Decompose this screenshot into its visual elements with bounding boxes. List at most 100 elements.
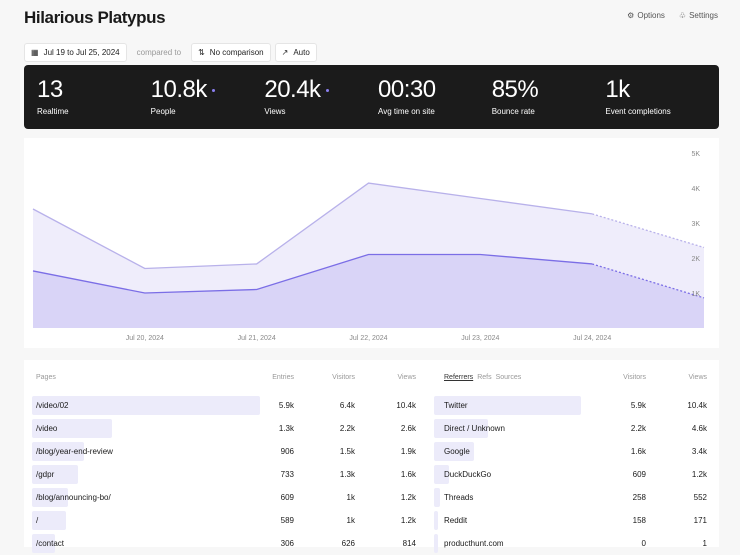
date-range-button[interactable]: ▦ Jul 19 to Jul 25, 2024: [24, 43, 127, 62]
tab-refs[interactable]: Refs: [477, 374, 491, 381]
table-row[interactable]: / 589 1k 1.2k: [24, 509, 424, 532]
interval-button[interactable]: ↗ Auto: [274, 43, 317, 62]
views-value: 552: [693, 493, 707, 502]
stat-value: 1k: [605, 76, 630, 103]
stat-label: Event completions: [605, 107, 671, 116]
visitors-value: 158: [632, 516, 646, 525]
stat-value: 20.4k: [264, 77, 378, 103]
page-path: /video: [36, 424, 58, 433]
options-button[interactable]: ⚙ Options: [627, 11, 665, 20]
table-row[interactable]: Google 1.6k 3.4k: [424, 440, 719, 463]
entries-value: 5.9k: [278, 401, 294, 410]
views-value: 1.2k: [691, 470, 707, 479]
views-value: 1.2k: [400, 516, 416, 525]
x-tick-label: Jul 21, 2024: [238, 335, 276, 342]
visitors-header: Visitors: [623, 373, 646, 381]
visitors-value: 1.3k: [339, 470, 355, 479]
table-row[interactable]: DuckDuckGo 609 1.2k: [424, 463, 719, 486]
x-tick-label: Jul 20, 2024: [126, 335, 164, 342]
table-row[interactable]: producthunt.com 0 1: [424, 532, 719, 555]
stat-value: 00:30: [378, 76, 436, 103]
chart-icon: ↗: [281, 48, 289, 57]
y-tick-label: 2K: [691, 256, 700, 263]
visitors-value: 1.5k: [339, 447, 355, 456]
stat-bounce-rate[interactable]: 85% Bounce rate: [492, 77, 606, 129]
settings-button[interactable]: ♧ Settings: [679, 11, 718, 20]
tab-referrers[interactable]: Referrers: [444, 374, 473, 381]
traffic-chart: 1K 2K 3K 4K 5K Jul 20, 2024 Jul 21, 2024 Jul 22…: [24, 138, 719, 348]
table-row[interactable]: Twitter 5.9k 10.4k: [424, 394, 719, 417]
views-value: 1.2k: [400, 493, 416, 502]
pages-header: Pages: [36, 373, 56, 381]
compared-to-label: compared to: [136, 48, 182, 57]
visitors-value: 2.2k: [339, 424, 355, 433]
views-value: 1.9k: [400, 447, 416, 456]
page-path: /: [36, 516, 39, 525]
page-path: /blog/year-end-review: [36, 447, 113, 456]
visitors-value: 6.4k: [339, 401, 355, 410]
table-row[interactable]: /blog/year-end-review 906 1.5k 1.9k: [24, 440, 424, 463]
page-title: Hilarious Platypus: [24, 8, 166, 27]
stat-people[interactable]: 10.8k People: [151, 77, 265, 129]
table-row[interactable]: Direct / Unknown 2.2k 4.6k: [424, 417, 719, 440]
table-row[interactable]: Threads 258 552: [424, 486, 719, 509]
stat-label: Views: [264, 107, 286, 116]
stat-value: 10.8k: [151, 77, 265, 103]
views-value: 2.6k: [400, 424, 416, 433]
tab-sources[interactable]: Sources: [496, 374, 522, 381]
comparison-button[interactable]: ⇅ No comparison: [191, 43, 271, 62]
stat-realtime[interactable]: 13 Realtime: [37, 77, 151, 129]
table-row[interactable]: Reddit 158 171: [424, 509, 719, 532]
views-value: 3.4k: [691, 447, 707, 456]
stat-value: 13: [37, 76, 63, 103]
visitors-value: 2.2k: [630, 424, 646, 433]
stat-label: People: [150, 107, 176, 116]
stat-avg-time-on-site[interactable]: 00:30 Avg time on site: [378, 77, 492, 129]
stat-views[interactable]: 20.4k Views: [264, 77, 378, 129]
table-row[interactable]: /blog/announcing-bo/609 1k 1.2k: [24, 486, 424, 509]
calendar-icon: ▦: [31, 48, 39, 57]
table-row[interactable]: /contact 306 626 814: [24, 532, 424, 555]
y-tick-label: 1K: [691, 291, 700, 298]
views-value: 10.4k: [396, 401, 416, 410]
entries-value: 589: [280, 516, 294, 525]
entries-value: 1.3k: [278, 424, 294, 433]
live-dot-icon: [325, 89, 329, 93]
y-tick-label: 4K: [691, 186, 700, 193]
page-path: /video/02: [36, 401, 69, 410]
views-value: 171: [693, 516, 707, 525]
visitors-value: 258: [632, 493, 646, 502]
views-value: 10.4k: [687, 401, 707, 410]
table-row[interactable]: /video 1.3k 2.2k 2.6k: [24, 417, 424, 440]
stat-label: Bounce rate: [491, 107, 535, 116]
referrer-name: DuckDuckGo: [444, 470, 492, 479]
stats-bar: 13 Realtime 10.8k People 20.4k Views 00:30 Avg …: [24, 65, 719, 129]
visitors-value: 5.9k: [630, 401, 646, 410]
entries-header: Entries: [272, 373, 294, 381]
stat-label: Realtime: [37, 107, 69, 116]
visitors-value: 1k: [346, 516, 355, 525]
x-tick-label: Jul 23, 2024: [461, 335, 499, 342]
entries-value: 906: [280, 447, 294, 456]
stat-event-completions[interactable]: 1k Event completions: [605, 77, 719, 129]
page-path: /gdpr: [36, 470, 55, 479]
live-dot-icon: [211, 89, 215, 93]
stat-value: 85%: [491, 76, 539, 103]
gear-icon: ⚙: [627, 11, 635, 20]
referrer-name: Google: [444, 447, 470, 456]
x-tick-label: Jul 24, 2024: [573, 335, 611, 342]
entries-value: 733: [280, 470, 294, 479]
referrer-name: Direct / Unknown: [444, 424, 505, 433]
y-tick-label: 5K: [691, 151, 700, 158]
views-value: 4.6k: [691, 424, 707, 433]
views-header: Views: [397, 373, 416, 381]
visitors-header: Visitors: [332, 373, 355, 381]
table-row[interactable]: /video/02 5.9k 6.4k 10.4k: [24, 394, 424, 417]
table-row[interactable]: /gdpr 733 1.3k 1.6k: [24, 463, 424, 486]
y-tick-label: 3K: [691, 221, 700, 228]
referrer-name: Twitter: [444, 401, 468, 410]
visitors-value: 1k: [346, 493, 355, 502]
referrer-name: Reddit: [444, 516, 468, 525]
page-path: /blog/announcing-bo/: [36, 493, 111, 502]
x-tick-label: Jul 22, 2024: [349, 335, 387, 342]
